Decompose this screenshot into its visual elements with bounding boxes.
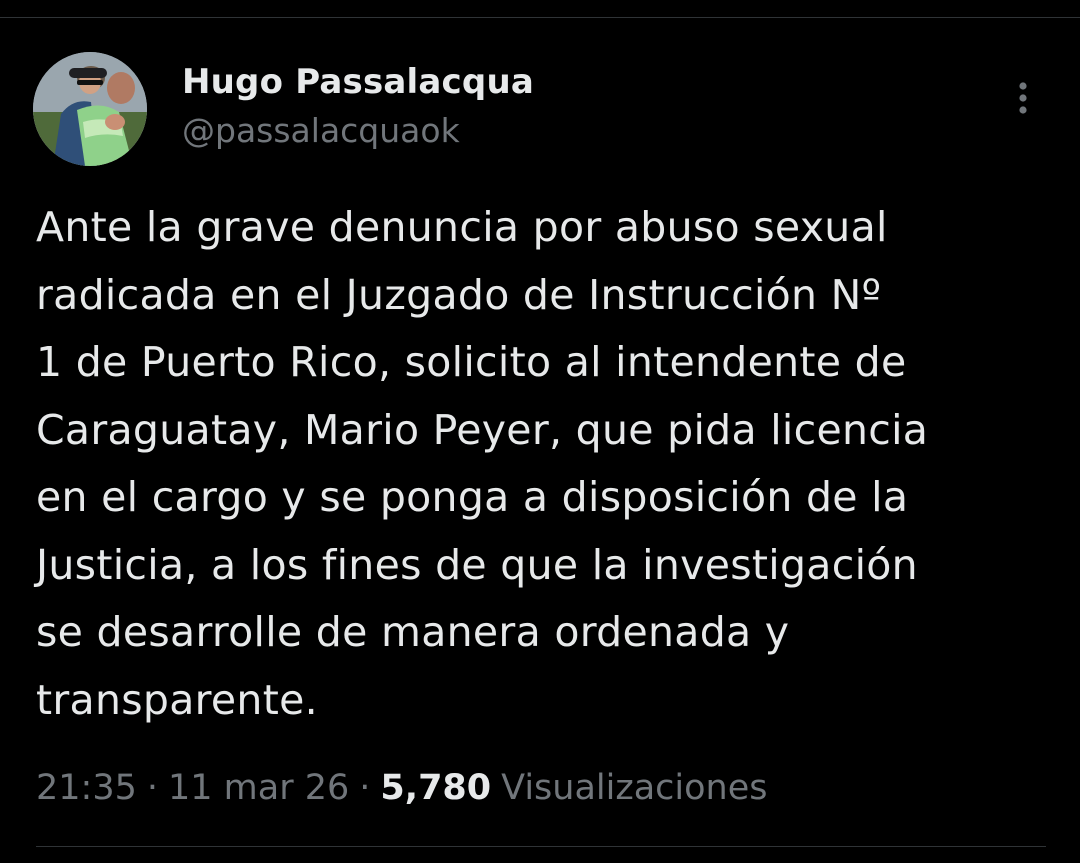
tweet-text: Ante la grave denuncia por abuso sexual … <box>36 203 929 724</box>
avatar-image <box>33 52 147 166</box>
meta-separator: · <box>359 768 371 808</box>
avatar[interactable] <box>33 52 147 166</box>
bottom-divider <box>36 846 1046 847</box>
tweet-date[interactable]: 11 mar 26 <box>168 768 349 808</box>
top-divider <box>0 17 1080 18</box>
views-count[interactable]: 5,780 <box>380 768 491 808</box>
tweet-meta: 21:35 · 11 mar 26 · 5,780 Visualizaciones <box>36 762 768 814</box>
author-display-name[interactable]: Hugo Passalacqua <box>182 62 534 102</box>
views-label[interactable]: Visualizaciones <box>491 768 767 808</box>
tweet-time[interactable]: 21:35 <box>36 768 137 808</box>
author-handle[interactable]: @passalacquaok <box>182 111 460 150</box>
more-vertical-icon <box>1019 82 1027 114</box>
meta-separator: · <box>146 768 159 808</box>
more-options-button[interactable] <box>1006 78 1040 118</box>
